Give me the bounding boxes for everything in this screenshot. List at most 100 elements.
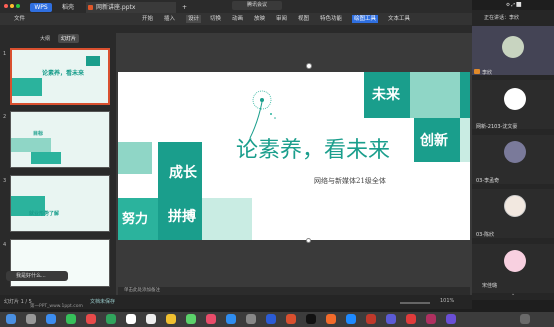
theme-name: 第一PPT_www.1ppt.com	[30, 304, 83, 309]
safari-icon[interactable]	[46, 314, 56, 324]
app-icon[interactable]	[446, 314, 456, 324]
menu-text-tools[interactable]: 文本工具	[388, 15, 410, 23]
participant-name: 李欣	[482, 70, 493, 76]
app-icon[interactable]	[406, 314, 416, 324]
word-pinbo: 拼搏	[168, 209, 196, 225]
slide-thumbnail-1[interactable]: 论素养，看未来	[10, 48, 110, 105]
menu-insert[interactable]: 插入	[164, 15, 175, 23]
ppt-file-icon	[88, 5, 93, 10]
thumb-number: 2	[3, 114, 7, 120]
tab-document-label: 网新讲座.pptx	[96, 4, 136, 11]
slide-thumbnail-3[interactable]: 就业形势了解	[10, 175, 110, 232]
menu-file[interactable]: 文件	[14, 15, 25, 23]
thumb-block	[12, 78, 42, 96]
thumb-block	[31, 152, 61, 164]
menu-view[interactable]: 视图	[298, 15, 309, 23]
menu-review[interactable]: 审阅	[276, 15, 287, 23]
menu-transition[interactable]: 切换	[210, 15, 221, 23]
app-icon[interactable]	[366, 314, 376, 324]
participant-name: 03-李孟奇	[476, 178, 500, 184]
thumb-caption: 论素养，看未来	[42, 70, 85, 77]
photos-icon[interactable]	[346, 314, 356, 324]
new-tab-button[interactable]: +	[178, 2, 191, 13]
rotate-handle[interactable]	[306, 63, 312, 69]
podcasts-icon[interactable]	[326, 314, 336, 324]
avatar	[504, 195, 526, 217]
maps-icon[interactable]	[106, 314, 116, 324]
wps-home-tab[interactable]: WPS	[30, 3, 52, 12]
tencent-meeting-icon[interactable]	[266, 314, 276, 324]
word-nuli: 努力	[122, 212, 149, 227]
mail-icon[interactable]	[86, 314, 96, 324]
close-window-icon[interactable]	[4, 4, 8, 8]
thumb-block	[11, 138, 51, 152]
settings-icon[interactable]	[246, 314, 256, 324]
participant-name: 网新-2103-沈文豪	[476, 124, 518, 130]
deco-block	[410, 72, 460, 118]
menu-design[interactable]: 设计	[186, 15, 202, 23]
thumb-number: 4	[3, 242, 7, 248]
menu-slideshow[interactable]: 放映	[254, 15, 265, 23]
slide-thumbnail-2[interactable]: 目标	[10, 111, 110, 168]
ribbon	[0, 25, 472, 33]
menu-draw-tools[interactable]: 绘图工具	[352, 15, 379, 23]
scroll-down-icon[interactable]: ⌄	[511, 291, 515, 297]
thumb-number: 3	[3, 178, 7, 184]
current-slide[interactable]: 成长 努力 拼搏 未来 创新 论素养，看未来 网络与新媒体21级全体	[118, 72, 470, 240]
deco-block	[460, 118, 470, 162]
mic-icon	[474, 69, 480, 74]
outline-tab[interactable]: 大纲	[40, 35, 50, 42]
music-icon[interactable]	[206, 314, 216, 324]
deco-block	[202, 198, 252, 240]
deco-block	[460, 72, 470, 118]
trash-icon[interactable]	[520, 314, 530, 324]
calendar-icon[interactable]	[126, 314, 136, 324]
meeting-controls: ⚙ ⤢ ⬜	[505, 3, 523, 8]
wps-icon[interactable]	[286, 314, 296, 324]
thumb-number: 1	[3, 51, 7, 57]
app-icon[interactable]	[426, 314, 436, 324]
facetime-icon[interactable]	[186, 314, 196, 324]
slide-subtitle: 网络与新媒体21级全体	[314, 177, 386, 185]
thumb-caption: 就业形势了解	[29, 211, 60, 217]
word-chengzhang: 成长	[169, 165, 197, 181]
thumb-caption: 目标	[33, 131, 44, 137]
maximize-window-icon[interactable]	[16, 4, 20, 8]
deco-block	[118, 142, 152, 174]
participant-name: 03-陈欣	[476, 232, 495, 238]
slide-title: 论素养，看未来	[236, 138, 391, 163]
app-icon[interactable]	[386, 314, 396, 324]
thumb-block	[86, 56, 100, 66]
macos-dock	[0, 312, 554, 327]
avatar	[504, 88, 526, 110]
finder-icon[interactable]	[6, 314, 16, 324]
notes-area[interactable]: 单击此处添加备注	[118, 287, 470, 295]
contacts-icon[interactable]	[146, 314, 156, 324]
menu-start[interactable]: 开始	[142, 15, 153, 23]
slide-info: 幻灯片 1 / 5	[4, 299, 32, 305]
messages-icon[interactable]	[66, 314, 76, 324]
avatar	[504, 141, 526, 163]
menu-bar: 文件 开始 插入 设计 切换 动画 放映 审阅 视图 特色功能 绘图工具 文本工…	[0, 13, 472, 25]
menu-animation[interactable]: 动画	[232, 15, 243, 23]
zoom-slider[interactable]	[400, 302, 430, 304]
appstore-icon[interactable]	[226, 314, 236, 324]
launchpad-icon[interactable]	[26, 314, 36, 324]
meeting-title: 腾讯会议	[232, 1, 282, 10]
resize-handle[interactable]	[306, 238, 311, 243]
tab-home[interactable]: 稻壳	[58, 2, 78, 13]
tv-icon[interactable]	[306, 314, 316, 324]
participant-name: 宋佳璐	[482, 283, 498, 289]
window-tab-bar: WPS 稻壳 网新讲座.pptx + 腾讯会议	[0, 0, 472, 13]
speaking-now: 正在讲话：李欣	[484, 15, 520, 21]
minimize-window-icon[interactable]	[10, 4, 14, 8]
avatar	[504, 250, 526, 272]
save-status: 文档未保存	[90, 299, 116, 305]
tab-document[interactable]: 网新讲座.pptx	[86, 2, 176, 13]
notes-icon[interactable]	[166, 314, 176, 324]
slides-tab[interactable]: 幻灯片	[58, 34, 80, 43]
tooltip: 我是好什么...	[6, 271, 68, 281]
word-weilai: 未来	[372, 87, 400, 103]
menu-special[interactable]: 特色功能	[320, 15, 342, 23]
word-chuangxin: 创新	[420, 133, 448, 149]
